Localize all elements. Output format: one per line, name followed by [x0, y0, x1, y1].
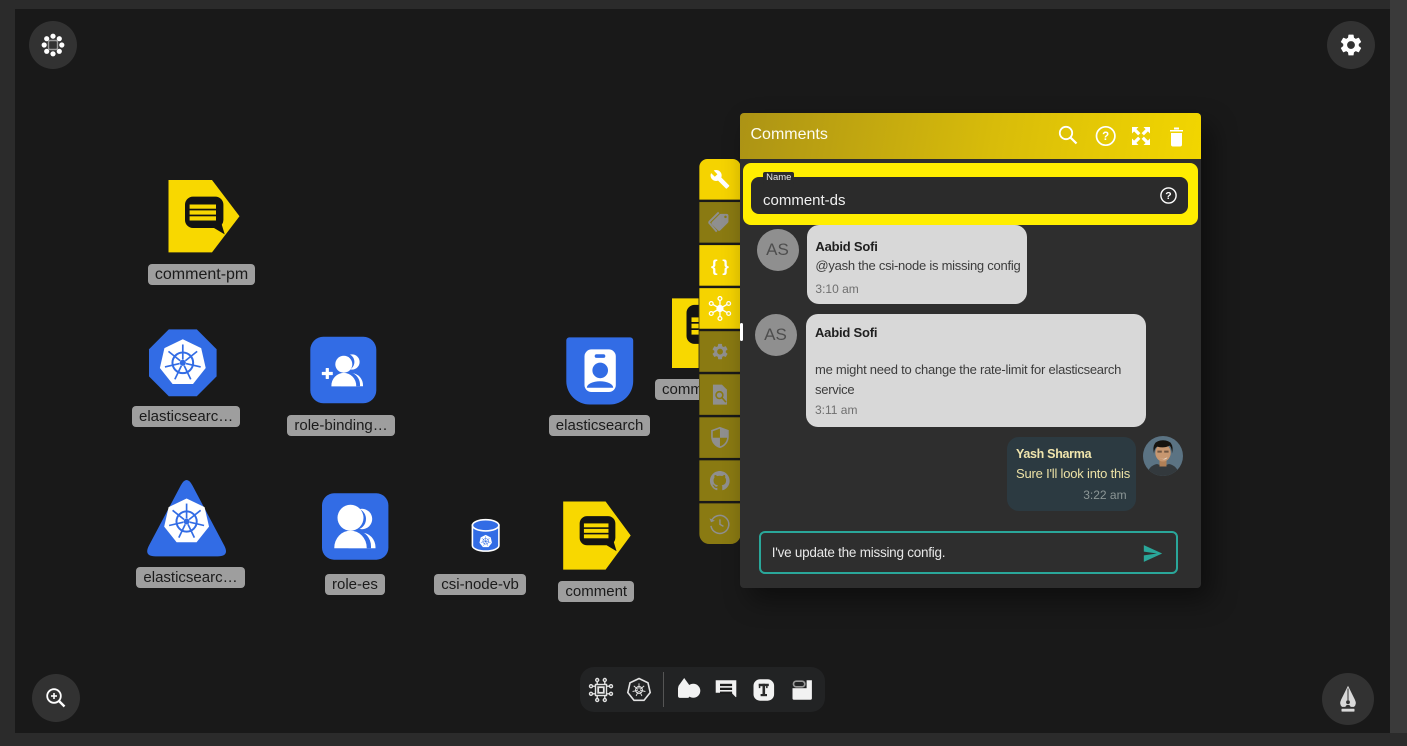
svg-text:?: ?: [1102, 131, 1109, 143]
svg-text:?: ?: [1165, 191, 1171, 203]
svg-text:{ }: { }: [710, 257, 728, 276]
